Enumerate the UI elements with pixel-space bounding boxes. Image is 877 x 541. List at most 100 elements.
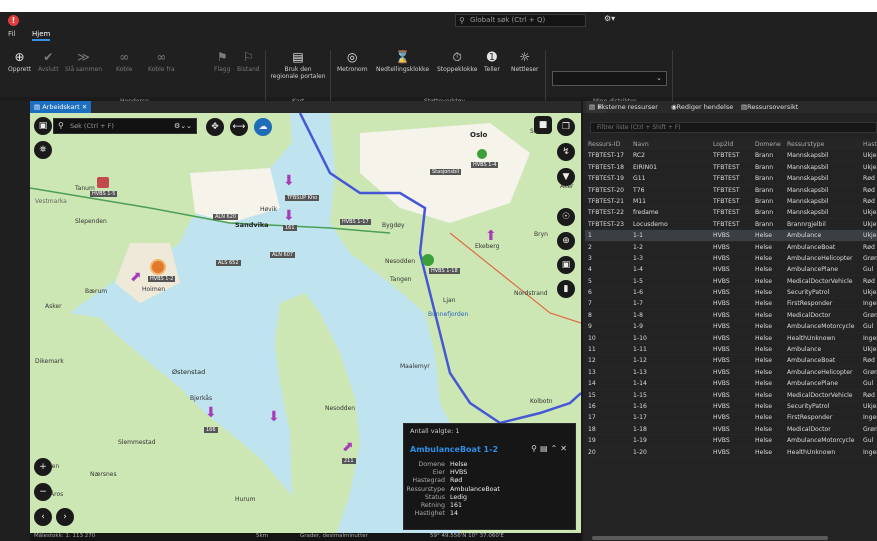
table-row[interactable]: TFBTEST-18 EIRIN01 TFBTEST Brann Mannskapsbi… [585, 162, 877, 174]
menu-fil[interactable]: Fil [8, 30, 15, 38]
bistand-button[interactable]: ⚐ Bistand [237, 50, 260, 73]
regional-portal-button[interactable]: ▤ Bruk den regionale portalen [270, 50, 326, 80]
flagg-button[interactable]: ⚑ Flagg [214, 50, 230, 73]
ambulance-marker-icon[interactable]: ⬇ [283, 208, 295, 224]
cloud-icon[interactable]: ☁ [254, 118, 272, 136]
measure-icon[interactable]: ⟷ [230, 118, 248, 136]
col-header[interactable]: Hasteg [863, 139, 877, 150]
table-row[interactable]: 6 1-6 HVBS Helse SecurityPatrol Ukjent [585, 287, 877, 299]
tab-arbeidskart[interactable]: ▤ Arbeidskart ✕ [30, 101, 92, 113]
table-row[interactable]: 17 1-17 HVBS Helse FirstResponder Ingen [585, 412, 877, 424]
col-header[interactable]: Navn [633, 139, 711, 150]
ambulance-marker-icon[interactable]: ⬇ [268, 409, 280, 425]
unit-label[interactable]: TFBSUP Kho [285, 195, 320, 201]
back-icon[interactable]: ‹ [34, 508, 52, 526]
table-row[interactable]: 8 1-8 HVBS Helse MedicalDoctor Grønn [585, 310, 877, 322]
table-row[interactable]: 12 1-12 HVBS Helse AmbulanceBoat Rød [585, 355, 877, 367]
filter-icon[interactable]: ▼ [557, 168, 575, 186]
global-search-input[interactable]: ⚲ Globalt søk (Ctrl + Q) [455, 14, 586, 27]
close-icon[interactable]: ✕ [560, 444, 570, 453]
table-row[interactable]: 19 1-19 HVBS Helse AmbulanceMotorcycle Gul [585, 435, 877, 447]
tab-ressursoversikt[interactable]: ▤ Ressursoversikt [741, 101, 798, 113]
unit-label[interactable]: HVBS 1-5 [90, 191, 118, 197]
ambulance-marker-icon[interactable]: ⬆ [485, 228, 497, 244]
col-header[interactable]: Ressurstype [787, 139, 863, 150]
koble-button[interactable]: ∞ Koble [116, 50, 132, 73]
unit-label[interactable]: HVBS 1-18 [429, 268, 460, 274]
table-row[interactable]: TFBTEST-21 M11 TFBTEST Brann Mannskapsbil Rød [585, 196, 877, 208]
callout-title[interactable]: AmbulanceBoat 1-2 [410, 445, 498, 454]
green-unit-marker-icon[interactable] [477, 149, 487, 159]
tab-eksterne-ressurser[interactable]: ▤ Eksterne ressurser ✕ [586, 101, 658, 113]
helicopter-marker-icon[interactable] [97, 177, 109, 188]
stoppeklokke-button[interactable]: ⏱ Stoppeklokke [437, 50, 477, 73]
table-row[interactable]: 10 1-10 HVBS Helse HealthUnknown Ingen [585, 333, 877, 345]
table-row[interactable]: 13 1-13 HVBS Helse AmbulanceHelicopter Grønn [585, 367, 877, 379]
district-select[interactable]: ⌄ [552, 71, 667, 86]
unit-label[interactable]: 211 [342, 458, 356, 464]
compass-icon[interactable]: ✥ [206, 118, 224, 136]
table-row[interactable]: 9 1-9 HVBS Helse AmbulanceMotorcycle Gul [585, 321, 877, 333]
open-icon[interactable]: ▤ [540, 444, 551, 453]
ambulance-marker-icon[interactable]: ⬇ [283, 173, 295, 189]
table-row[interactable]: TFBTEST-19 G11 TFBTEST Brann Mannskapsbil Rød [585, 173, 877, 185]
table-row[interactable]: 5 1-5 HVBS Helse MedicalDoctorVehicle Rød [585, 276, 877, 288]
zoom-in-icon[interactable]: + [34, 458, 52, 476]
col-header[interactable]: Lop2Id [713, 139, 755, 150]
table-row[interactable]: 16 1-16 HVBS Helse SecurityPatrol Ukjent [585, 401, 877, 413]
car-icon[interactable]: ▣ [557, 256, 575, 274]
copy-icon[interactable]: ❐ [557, 118, 575, 136]
table-row[interactable]: TFBTEST-17 RC2 TFBTEST Brann Mannskapsbil Ukj… [585, 150, 877, 162]
zoom-out-icon[interactable]: − [34, 483, 52, 501]
table-row[interactable]: TFBTEST-22 fredame TFBTEST Brann Mannskapsbi… [585, 207, 877, 219]
koble-fra-button[interactable]: ∞ Koble fra [148, 50, 175, 73]
table-row[interactable]: 20 1-20 HVBS Helse HealthUnknown Ingen [585, 447, 877, 458]
table-row[interactable]: 2 1-2 HVBS Helse AmbulanceBoat Rød [585, 242, 877, 253]
table-row[interactable]: 18 1-18 HVBS Helse MedicalDoctor Grønn [585, 424, 877, 436]
forward-icon[interactable]: › [56, 508, 74, 526]
horizontal-scrollbar[interactable] [592, 536, 828, 540]
add-circle-icon[interactable]: ⊕ [557, 232, 575, 250]
settings-dropdown-icon[interactable]: ⚙⌄⌄ [174, 119, 192, 133]
ambulance-marker-icon[interactable]: ⬈ [130, 269, 142, 285]
gps-icon[interactable]: ☉ [557, 208, 575, 226]
app-logo-icon[interactable]: ! [8, 15, 19, 26]
user-settings-icon[interactable]: ⚙▾ [604, 14, 615, 23]
panel-toggle-icon[interactable]: ■ [534, 116, 552, 134]
vehicle-icon[interactable]: ▮ [557, 280, 575, 298]
table-row[interactable]: TFBTEST-23 Locusdemo TFBTEST Brann Brannrgje… [585, 219, 877, 231]
unit-label[interactable]: ALS 652 [216, 260, 241, 266]
bicycle-icon[interactable]: ⛯ [34, 141, 52, 159]
col-header[interactable]: Ressurs-ID [588, 139, 630, 150]
unit-label[interactable]: ALN 620 [213, 214, 239, 220]
opprett-button[interactable]: ⊕ Opprett [8, 50, 31, 73]
unit-label[interactable]: Stasjonsbil [430, 169, 461, 175]
layers-icon[interactable]: ▣ [34, 117, 52, 135]
route-icon[interactable]: ↯ [557, 143, 575, 161]
tab-rediger-hendelse[interactable]: ◉ Rediger hendelse [671, 101, 733, 113]
unit-label[interactable]: HVBS 1-17 [340, 219, 371, 225]
filter-input[interactable]: Filtrer liste (Ctrl + Shift + F) [590, 122, 877, 133]
table-row[interactable]: 15 1-15 HVBS Helse MedicalDoctorVehicle Rød [585, 390, 877, 401]
coord-format-select[interactable]: Grader, desimalminutter [300, 533, 368, 539]
avslutt-button[interactable]: ✔ Avslutt [38, 50, 59, 73]
metronom-button[interactable]: ◎ Metronom [337, 50, 368, 73]
map-search-input[interactable]: ⚲ Søk (Ctrl + F) ⚙⌄⌄ [53, 118, 197, 134]
selected-boat-marker-icon[interactable] [150, 259, 166, 275]
green-unit-marker-icon[interactable] [422, 254, 434, 266]
table-row[interactable]: TFBTEST-20 T76 TFBTEST Brann Mannskapsbil Rød [585, 185, 877, 196]
zoom-to-icon[interactable]: ⚲ [531, 444, 540, 453]
table-row[interactable]: 1 1-1 HVBS Helse Ambulance Ukjent [585, 230, 877, 242]
table-row[interactable]: 14 1-14 HVBS Helse AmbulancePlane Gul [585, 378, 877, 390]
collapse-icon[interactable]: ⌃ [551, 444, 561, 453]
col-header[interactable]: Domene [755, 139, 785, 150]
unit-label[interactable]: ALN 607 [270, 252, 296, 258]
unit-label[interactable]: 166 [204, 427, 218, 433]
table-row[interactable]: 7 1-7 HVBS Helse FirstResponder Ingen [585, 298, 877, 310]
sla-sammen-button[interactable]: ≫ Slå sammen [65, 50, 102, 73]
table-row[interactable]: 4 1-4 HVBS Helse AmbulancePlane Gul [585, 264, 877, 276]
ambulance-marker-icon[interactable]: ⬈ [342, 439, 354, 455]
table-row[interactable]: 11 1-11 HVBS Helse Ambulance Ukjent [585, 344, 877, 356]
ambulance-marker-icon[interactable]: ⬇ [205, 405, 217, 421]
teller-button[interactable]: ➊ Teller [484, 50, 500, 73]
